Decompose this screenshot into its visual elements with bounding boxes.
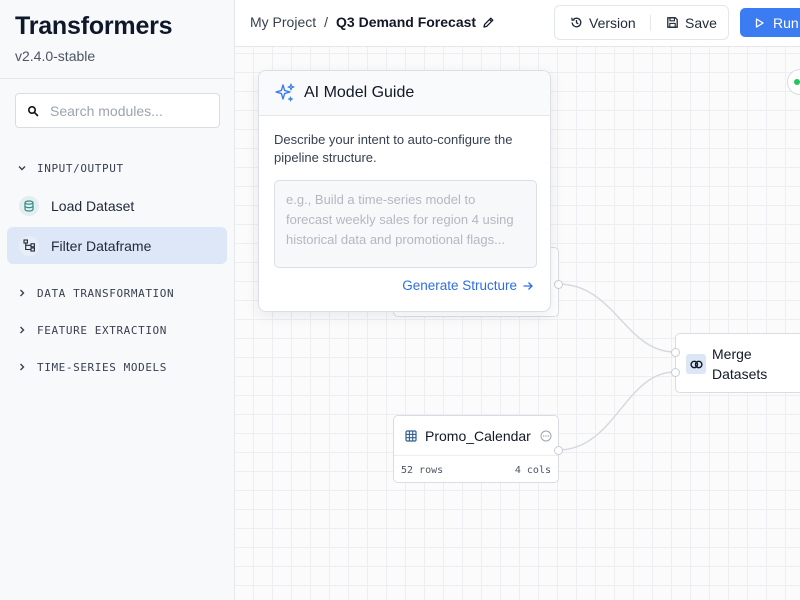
run-button[interactable]: Run (740, 8, 800, 37)
ai-model-guide-panel: AI Model Guide Describe your intent to a… (258, 70, 551, 312)
ai-panel-header: AI Model Guide (259, 71, 550, 116)
node-header: Promo_Calendar (394, 416, 558, 456)
section-label: INPUT/OUTPUT (37, 161, 124, 175)
chevron-right-icon (15, 323, 29, 337)
row-count: 52 rows (401, 465, 444, 476)
pipeline-node-merge-datasets[interactable]: Merge Datasets (671, 333, 800, 393)
app-version: v2.4.0-stable (15, 48, 96, 64)
app-title: Transformers (15, 12, 173, 40)
output-port[interactable] (554, 280, 563, 289)
search-input[interactable] (50, 102, 200, 119)
save-label: Save (685, 14, 717, 31)
save-icon (666, 16, 679, 29)
section-input-output[interactable]: INPUT/OUTPUT (15, 161, 124, 175)
merge-icon (686, 354, 706, 374)
section-feature-extraction[interactable]: FEATURE EXTRACTION (15, 323, 167, 337)
connection-wire (557, 371, 676, 451)
database-icon (19, 195, 39, 216)
chevron-right-icon (15, 286, 29, 300)
chevron-right-icon (15, 360, 29, 374)
sidebar-divider (0, 78, 235, 79)
sparkles-icon (274, 82, 296, 104)
node-title: Promo_Calendar (425, 427, 531, 444)
section-time-series-models[interactable]: TIME-SERIES MODELS (15, 360, 167, 374)
breadcrumb-root[interactable]: My Project (250, 14, 316, 30)
section-label: DATA TRANSFORMATION (37, 286, 175, 300)
chevron-down-icon (15, 161, 29, 175)
breadcrumb: My Project / Q3 Demand Forecast (250, 14, 495, 30)
section-label: TIME-SERIES MODELS (37, 360, 168, 374)
output-port[interactable] (554, 446, 563, 455)
run-label: Run (773, 14, 799, 31)
play-icon (755, 17, 764, 28)
breadcrumb-separator: / (324, 14, 329, 30)
search-icon (26, 104, 40, 118)
node-title: Merge Datasets (712, 344, 767, 384)
ai-panel-description: Describe your intent to auto-configure t… (274, 132, 513, 165)
project-title: Q3 Demand Forecast (336, 14, 477, 30)
generate-label: Generate Structure (402, 278, 517, 293)
toolbar-button-group: Version Save (554, 5, 729, 40)
topbar: My Project / Q3 Demand Forecast Version … (235, 0, 800, 47)
version-label: Version (589, 14, 636, 31)
sidebar-item-label: Load Dataset (51, 197, 135, 214)
input-port[interactable] (671, 348, 680, 357)
sidebar-item-load-dataset[interactable]: Load Dataset (7, 187, 227, 224)
table-icon (405, 429, 417, 442)
node-title-line: Merge (712, 346, 752, 362)
history-icon (570, 16, 583, 29)
save-button[interactable]: Save (651, 6, 717, 39)
pipeline-node-promo-calendar[interactable]: Promo_Calendar 52 rows 4 cols (393, 415, 563, 483)
sidebar-item-filter-dataframe[interactable]: Filter Dataframe (7, 227, 227, 264)
node-footer: 52 rows 4 cols (394, 456, 558, 476)
input-port[interactable] (671, 368, 680, 377)
ai-panel-title: AI Model Guide (304, 84, 415, 101)
search-box[interactable] (15, 93, 220, 128)
connection-wire (557, 283, 676, 353)
node-title-line: Datasets (712, 366, 768, 382)
hierarchy-icon (19, 235, 39, 256)
more-options-icon[interactable] (540, 430, 552, 442)
intent-textarea[interactable] (274, 180, 537, 268)
arrow-right-icon (522, 280, 534, 292)
column-count: 4 cols (514, 465, 551, 476)
brand: Transformers v2.4.0-stable (15, 12, 173, 64)
section-label: FEATURE EXTRACTION (37, 323, 168, 337)
section-data-transformation[interactable]: DATA TRANSFORMATION (15, 286, 174, 300)
status-dot (794, 79, 800, 85)
sidebar-item-label: Filter Dataframe (51, 237, 152, 254)
generate-structure-button[interactable]: Generate Structure (402, 278, 534, 293)
sidebar: Transformers v2.4.0-stable INPUT/OUTPUT … (0, 0, 235, 600)
edit-icon[interactable] (482, 16, 495, 29)
version-button[interactable]: Version (555, 6, 650, 39)
